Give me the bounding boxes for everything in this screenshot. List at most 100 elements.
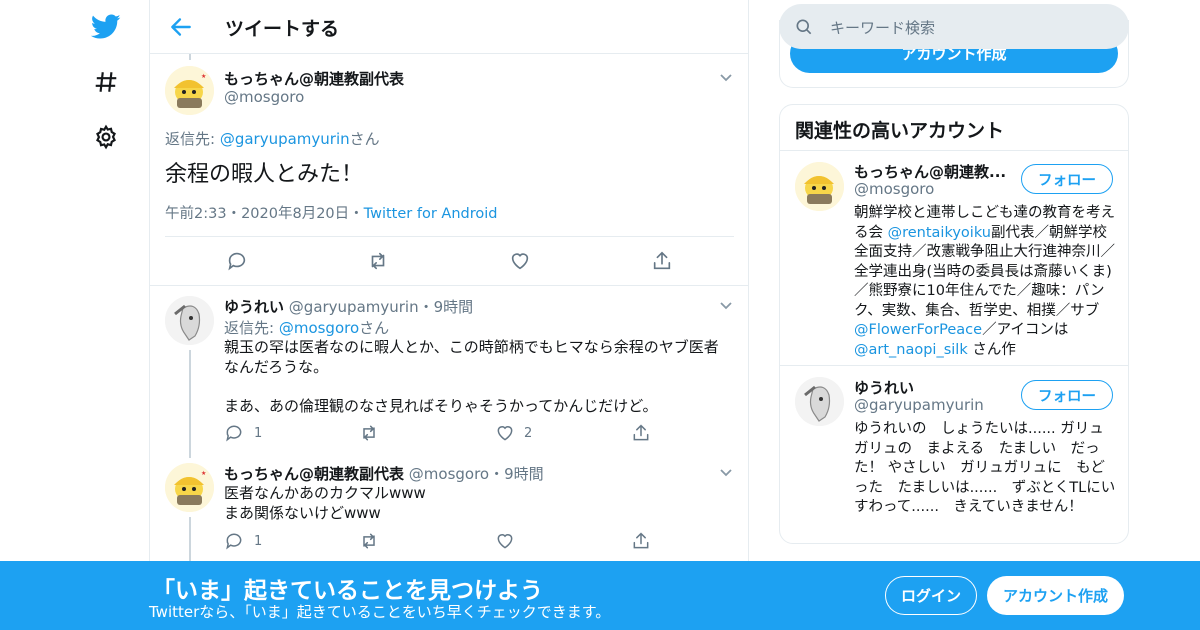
twitter-logo-icon[interactable] xyxy=(88,9,124,45)
signup-banner: 「いま」起きていることを見つけよう Twitterなら、「いま」起きていることを… xyxy=(0,561,1200,630)
signup-button[interactable]: アカウント作成 xyxy=(987,576,1124,615)
dot-separator: ・ xyxy=(226,206,242,222)
tweet-text: 親玉の罕は医者なのに暇人とか、この時節柄でもヒマなら余程のヤブ医者 なんだろうな… xyxy=(224,338,734,416)
reply-to-user-link[interactable]: @garyupamyurin xyxy=(220,130,350,148)
avatar[interactable] xyxy=(795,377,844,426)
tweet-time[interactable]: 午前2:33 xyxy=(165,206,227,222)
account-bio: ゆうれいの しょうたいは...... ガリュガリュの まよえる たましい だった… xyxy=(854,420,1116,518)
tweet-meta: 午前2:33・2020年8月20日・Twitter for Android xyxy=(165,202,497,223)
author-name[interactable]: もっちゃん@朝連教副代表 xyxy=(224,68,404,89)
search-input[interactable]: キーワード検索 xyxy=(830,17,935,38)
chevron-down-icon[interactable] xyxy=(718,464,734,480)
related-accounts-card: 関連性の高いアカウント もっちゃん@朝連教... @mosgoro フォロー 朝… xyxy=(779,104,1129,544)
tweet-text-line: なんだろうな。 xyxy=(224,357,329,376)
bio-mention-link[interactable]: @rentaikyoiku xyxy=(888,225,991,241)
tweet-text-line: 親玉の罕は医者なのに暇人とか、この時節柄でもヒマなら余程のヤブ医者 xyxy=(224,338,719,356)
reply-icon[interactable] xyxy=(226,250,248,272)
bio-text: ガリュの まよえる たましい だっ xyxy=(854,440,1100,457)
account-bio: 朝鮮学校と連帯しこども達の教育を考える会 @rentaikyoiku副代表／朝鮮… xyxy=(854,204,1116,360)
like-icon[interactable] xyxy=(495,423,515,443)
bio-text: ゆうれいの しょうたいは...... ガリュ xyxy=(854,421,1104,437)
dot-separator: ・ xyxy=(489,465,505,483)
login-button[interactable]: ログイン xyxy=(885,576,977,615)
bio-mention-link[interactable]: @art_naopi_silk xyxy=(854,342,968,358)
reply-header: ゆうれい @garyupamyurin・9時間 xyxy=(224,296,473,317)
author-handle[interactable]: @mosgoro xyxy=(409,465,489,483)
follow-button[interactable]: フォロー xyxy=(1021,164,1113,194)
divider xyxy=(150,285,748,286)
tweet-source-link[interactable]: Twitter for Android xyxy=(364,206,498,222)
reply-header: もっちゃん@朝連教副代表 @mosgoro・9時間 xyxy=(224,463,544,484)
reply-to-prefix: 返信先: xyxy=(224,319,279,337)
bio-mention-link[interactable]: @FlowerForPeace xyxy=(854,322,982,338)
svg-text:★: ★ xyxy=(201,73,206,80)
retweet-icon[interactable] xyxy=(359,423,379,443)
like-icon[interactable] xyxy=(509,250,531,272)
share-icon[interactable] xyxy=(631,423,651,443)
divider xyxy=(780,150,1128,151)
tweet-text-line xyxy=(224,377,734,397)
bio-text: さん作 xyxy=(967,341,1016,358)
chevron-down-icon[interactable] xyxy=(718,297,734,313)
author-name[interactable]: ゆうれい xyxy=(224,298,284,316)
hashtag-icon[interactable] xyxy=(88,64,124,100)
bio-text: 副代表／朝鮮学 xyxy=(990,224,1093,241)
bio-text: た！ やさしい ガリュガリュに も xyxy=(854,460,1091,476)
tweet-time[interactable]: 9時間 xyxy=(504,465,544,483)
reply-to-prefix: 返信先: xyxy=(165,130,220,148)
gear-icon[interactable] xyxy=(88,119,124,155)
reply-count: 1 xyxy=(254,426,263,441)
avatar[interactable] xyxy=(795,162,844,211)
share-icon[interactable] xyxy=(651,250,673,272)
reply-to-line: 返信先: @garyupamyurinさん xyxy=(165,128,380,149)
share-icon[interactable] xyxy=(631,531,651,551)
search-bar[interactable]: キーワード検索 xyxy=(779,4,1129,49)
author-handle[interactable]: @mosgoro xyxy=(224,88,304,106)
account-handle[interactable]: @mosgoro xyxy=(854,180,934,198)
dot-separator: ・ xyxy=(349,206,364,222)
thread-line xyxy=(189,350,191,458)
related-accounts-title: 関連性の高いアカウント xyxy=(795,120,1005,142)
tweet-time[interactable]: 9時間 xyxy=(434,298,474,316)
search-icon xyxy=(794,17,814,41)
reply-icon[interactable] xyxy=(224,423,244,443)
thread-line xyxy=(189,517,191,561)
like-count: 2 xyxy=(524,426,533,441)
svg-text:★: ★ xyxy=(201,470,206,477)
follow-button[interactable]: フォロー xyxy=(1021,380,1113,410)
reply-to-line: 返信先: @mosgoroさん xyxy=(224,317,389,338)
tweet-date[interactable]: 2020年8月20日 xyxy=(241,206,349,222)
divider xyxy=(165,236,734,237)
bio-text: 撲／サブ xyxy=(1041,302,1100,319)
retweet-icon[interactable] xyxy=(367,250,389,272)
avatar[interactable] xyxy=(165,296,214,345)
retweet-icon[interactable] xyxy=(359,531,379,551)
chevron-down-icon[interactable] xyxy=(718,69,734,85)
avatar[interactable]: ★ xyxy=(165,66,214,115)
bio-text: は xyxy=(1053,322,1069,338)
author-name[interactable]: もっちゃん@朝連教副代表 xyxy=(224,465,404,483)
tweet-text: 医者なんかあのカクマルwww まあ関係ないけどwww xyxy=(224,484,734,523)
account-name[interactable]: もっちゃん@朝連教... xyxy=(854,161,1006,182)
account-name[interactable]: ゆうれい xyxy=(854,377,914,398)
author-handle[interactable]: @garyupamyurin xyxy=(289,298,419,316)
banner-subtitle: Twitterなら、「いま」起きていることをいち早くチェックできます。 xyxy=(149,603,611,621)
bio-text: ／アイコン xyxy=(982,322,1054,338)
tweet-text-line: 医者なんかあのカクマルwww xyxy=(224,484,426,502)
divider xyxy=(780,365,1128,366)
reply-icon[interactable] xyxy=(224,531,244,551)
bio-text: ん！ xyxy=(1053,499,1083,515)
banner-title: 「いま」起きていることを見つけよう xyxy=(152,578,543,604)
page-title: ツイートする xyxy=(225,18,340,40)
like-icon[interactable] xyxy=(495,531,515,551)
bio-text: 朝鮮学校と連帯しこども達の教育を考 xyxy=(854,205,1101,221)
tweet-text: 余程の暇人とみた！ xyxy=(165,162,364,187)
thread-line xyxy=(189,54,191,60)
avatar[interactable]: ★ xyxy=(165,463,214,512)
account-handle[interactable]: @garyupamyurin xyxy=(854,396,984,414)
reply-to-user-link[interactable]: @mosgoro xyxy=(279,319,359,337)
page-header: ツイートする xyxy=(150,0,748,54)
back-arrow-icon[interactable] xyxy=(168,14,194,40)
tweet-text-line: まあ、あの倫理観のなさ見ればそりゃそうかってかんじだけど。 xyxy=(224,396,658,415)
tweet-text-line: まあ関係ないけどwww xyxy=(224,503,381,522)
